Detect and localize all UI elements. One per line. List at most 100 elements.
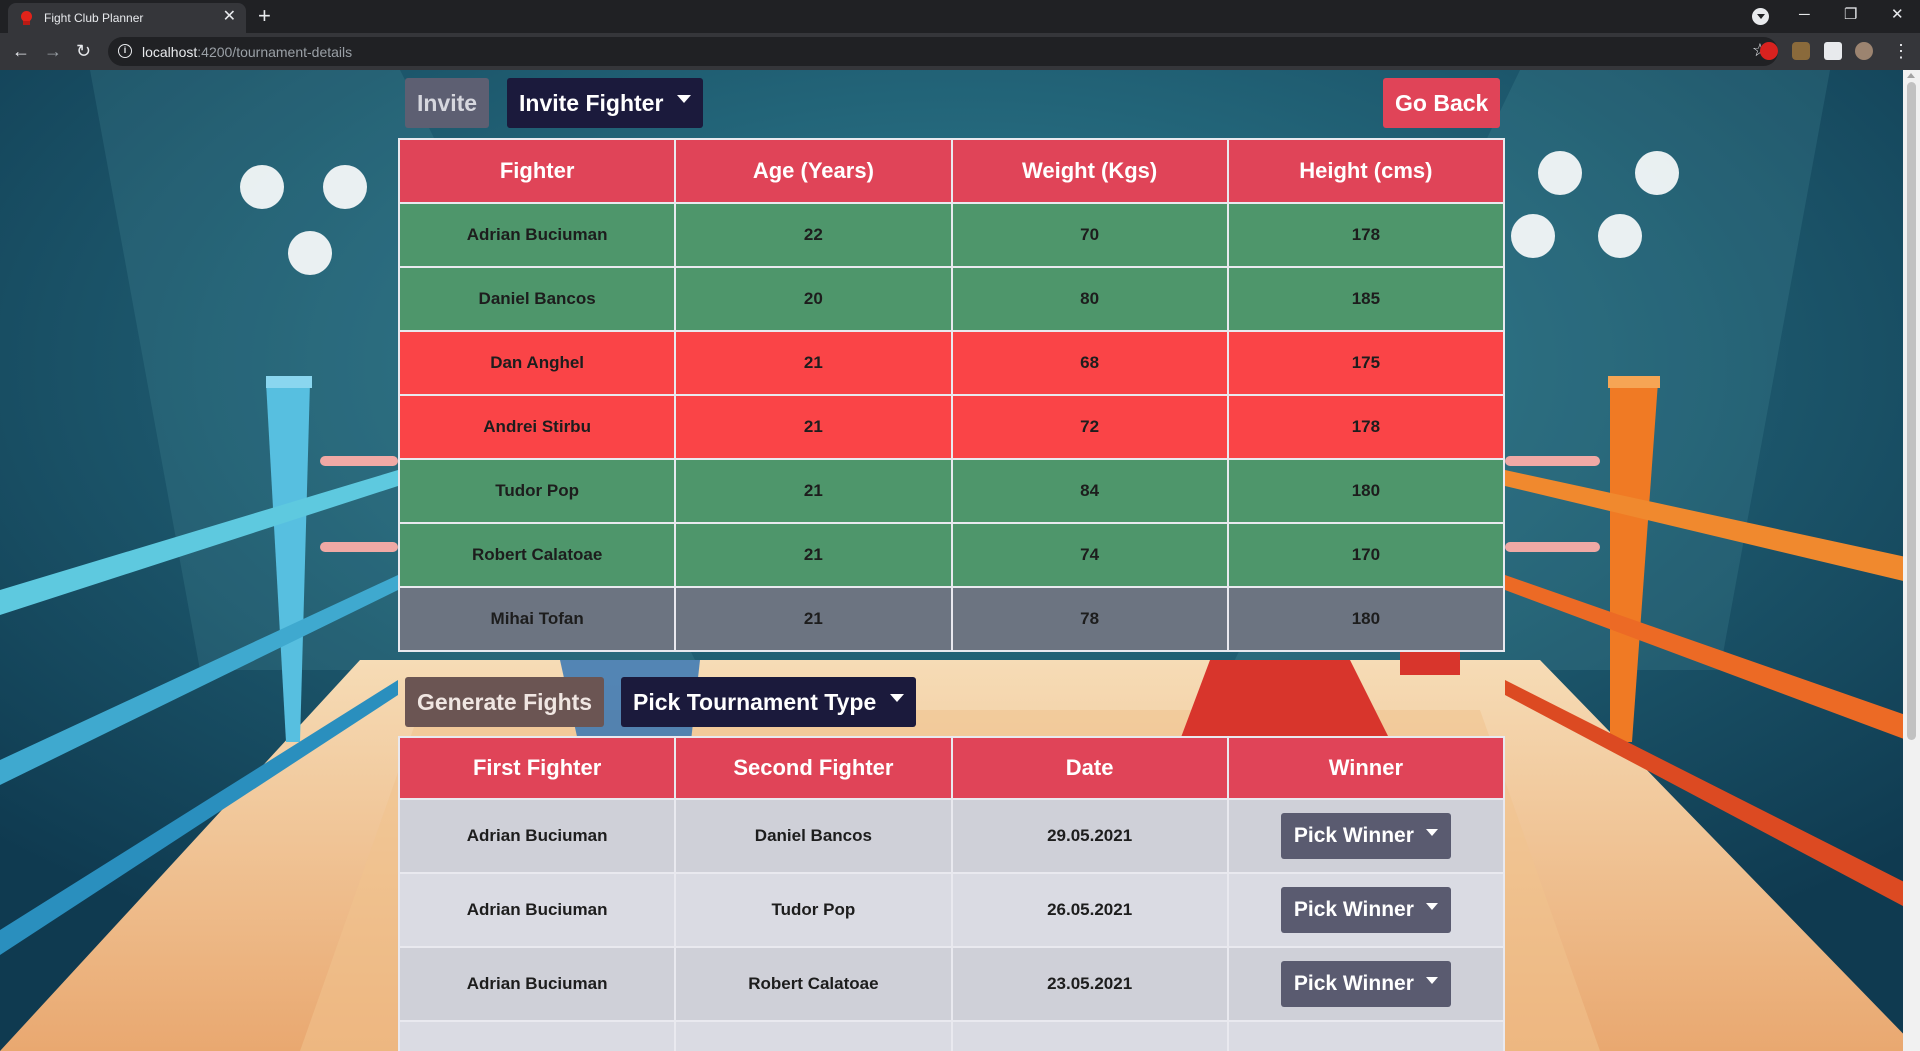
fighter-age: 20	[674, 266, 953, 332]
fighter-weight: 70	[950, 202, 1229, 268]
table-cell	[950, 1020, 1229, 1051]
profile-avatar[interactable]	[1855, 42, 1873, 60]
winner-cell: Pick Winner	[1226, 798, 1506, 874]
fighters-table: Fighter Age (Years) Weight (Kgs) Height …	[397, 138, 1506, 652]
fighter-name: Dan Anghel	[397, 330, 677, 396]
table-cell	[1226, 1020, 1506, 1051]
fighter-height: 178	[1226, 394, 1506, 460]
extensions-puzzle-icon[interactable]	[1824, 42, 1842, 60]
fight-date: 26.05.2021	[950, 872, 1229, 948]
fight-date: 23.05.2021	[950, 946, 1229, 1022]
table-cell	[397, 1020, 677, 1051]
tab-close-icon[interactable]: ✕	[223, 9, 236, 25]
fighter-name: Andrei Stirbu	[397, 394, 677, 460]
table-row[interactable]: Robert Calatoae 21 74 170	[397, 522, 1506, 588]
column-header-age: Age (Years)	[674, 138, 953, 204]
column-header-date: Date	[950, 736, 1229, 800]
column-header-second-fighter: Second Fighter	[674, 736, 953, 800]
pick-winner-dropdown[interactable]: Pick Winner	[1280, 887, 1451, 933]
fighter-height: 170	[1226, 522, 1506, 588]
fighter-weight: 68	[950, 330, 1229, 396]
close-window-icon[interactable]: ✕	[1891, 4, 1904, 26]
restore-window-icon[interactable]: ❐	[1844, 4, 1857, 26]
fighter-age: 21	[674, 394, 953, 460]
fighter-name: Tudor Pop	[397, 458, 677, 524]
new-tab-icon[interactable]: +	[258, 4, 271, 28]
fighter-name: Daniel Bancos	[397, 266, 677, 332]
chevron-down-icon	[1425, 828, 1438, 836]
scrollbar-thumb[interactable]	[1907, 82, 1916, 740]
fighter-name: Mihai Tofan	[397, 586, 677, 652]
column-header-first-fighter: First Fighter	[397, 736, 677, 800]
back-icon[interactable]: ←	[12, 39, 30, 63]
browser-tab[interactable]: Fight Club Planner ✕	[8, 3, 246, 33]
table-row[interactable]: Mihai Tofan 21 78 180	[397, 586, 1506, 652]
site-info-icon[interactable]: i	[118, 44, 132, 58]
fighter-age: 22	[674, 202, 953, 268]
first-fighter: Adrian Buciuman	[397, 798, 677, 874]
fighter-name: Robert Calatoae	[397, 522, 677, 588]
extension-red-icon[interactable]	[1760, 42, 1778, 60]
column-header-fighter: Fighter	[397, 138, 677, 204]
invite-button[interactable]: Invite	[405, 78, 490, 128]
table-row: Adrian Buciuman Tudor Pop 26.05.2021 Pic…	[397, 872, 1506, 948]
invite-fighter-dropdown[interactable]: Invite Fighter	[507, 78, 704, 128]
pick-winner-label: Pick Winner	[1293, 972, 1414, 995]
minimize-window-icon[interactable]: ─	[1799, 4, 1810, 26]
fighter-weight: 80	[950, 266, 1229, 332]
scroll-up-arrow-icon[interactable]	[1907, 73, 1915, 78]
fighter-age: 21	[674, 458, 953, 524]
fighter-age: 21	[674, 330, 953, 396]
table-row: Adrian Buciuman Robert Calatoae 23.05.20…	[397, 946, 1506, 1022]
browser-menu-icon[interactable]: ⋮	[1892, 41, 1910, 61]
url-text[interactable]: localhost:4200/tournament-details	[142, 44, 352, 60]
first-fighter: Adrian Buciuman	[397, 872, 677, 948]
fighter-weight: 78	[950, 586, 1229, 652]
browser-tab-strip: Fight Club Planner ✕ + ─ ❐ ✕	[0, 0, 1920, 33]
invite-fighter-label: Invite Fighter	[519, 90, 664, 116]
fighter-age: 21	[674, 586, 953, 652]
pick-winner-label: Pick Winner	[1293, 824, 1414, 847]
fighter-height: 175	[1226, 330, 1506, 396]
fighter-height: 178	[1226, 202, 1506, 268]
table-row[interactable]: Adrian Buciuman 22 70 178	[397, 202, 1506, 268]
table-row[interactable]: Andrei Stirbu 21 72 178	[397, 394, 1506, 460]
fighter-height: 180	[1226, 458, 1506, 524]
fights-table: First Fighter Second Fighter Date Winner…	[397, 736, 1506, 1051]
chevron-down-icon	[1425, 976, 1438, 984]
fighter-height: 180	[1226, 586, 1506, 652]
first-fighter: Adrian Buciuman	[397, 946, 677, 1022]
pick-winner-label: Pick Winner	[1293, 898, 1414, 921]
address-bar[interactable]: i localhost:4200/tournament-details ☆	[108, 37, 1778, 66]
generate-fights-button[interactable]: Generate Fights	[405, 677, 605, 727]
table-row	[397, 1020, 1506, 1051]
table-row[interactable]: Dan Anghel 21 68 175	[397, 330, 1506, 396]
pick-tournament-type-dropdown[interactable]: Pick Tournament Type	[621, 677, 917, 727]
second-fighter: Tudor Pop	[674, 872, 953, 948]
fighter-age: 21	[674, 522, 953, 588]
second-fighter: Daniel Bancos	[674, 798, 953, 874]
column-header-winner: Winner	[1226, 736, 1506, 800]
winner-cell: Pick Winner	[1226, 872, 1506, 948]
chrome-profile-menu-icon[interactable]	[1752, 8, 1769, 25]
second-fighter: Robert Calatoae	[674, 946, 953, 1022]
pick-winner-dropdown[interactable]: Pick Winner	[1280, 961, 1451, 1007]
forward-icon[interactable]: →	[44, 39, 62, 63]
chevron-down-icon	[677, 94, 692, 103]
fighter-weight: 84	[950, 458, 1229, 524]
chevron-down-icon	[1425, 902, 1438, 910]
fight-date: 29.05.2021	[950, 798, 1229, 874]
pick-winner-dropdown[interactable]: Pick Winner	[1280, 813, 1451, 859]
table-row[interactable]: Tudor Pop 21 84 180	[397, 458, 1506, 524]
table-row[interactable]: Daniel Bancos 20 80 185	[397, 266, 1506, 332]
go-back-button[interactable]: Go Back	[1383, 78, 1501, 128]
fighter-weight: 72	[950, 394, 1229, 460]
fighter-name: Adrian Buciuman	[397, 202, 677, 268]
reload-icon[interactable]: ↻	[76, 39, 91, 63]
page-scrollbar[interactable]	[1903, 70, 1920, 1051]
browser-toolbar: ← → ↻ i localhost:4200/tournament-detail…	[0, 33, 1920, 70]
column-header-height: Height (cms)	[1226, 138, 1506, 204]
pick-tournament-type-label: Pick Tournament Type	[633, 689, 877, 715]
fighter-weight: 74	[950, 522, 1229, 588]
extension-mascot-icon[interactable]	[1792, 42, 1810, 60]
